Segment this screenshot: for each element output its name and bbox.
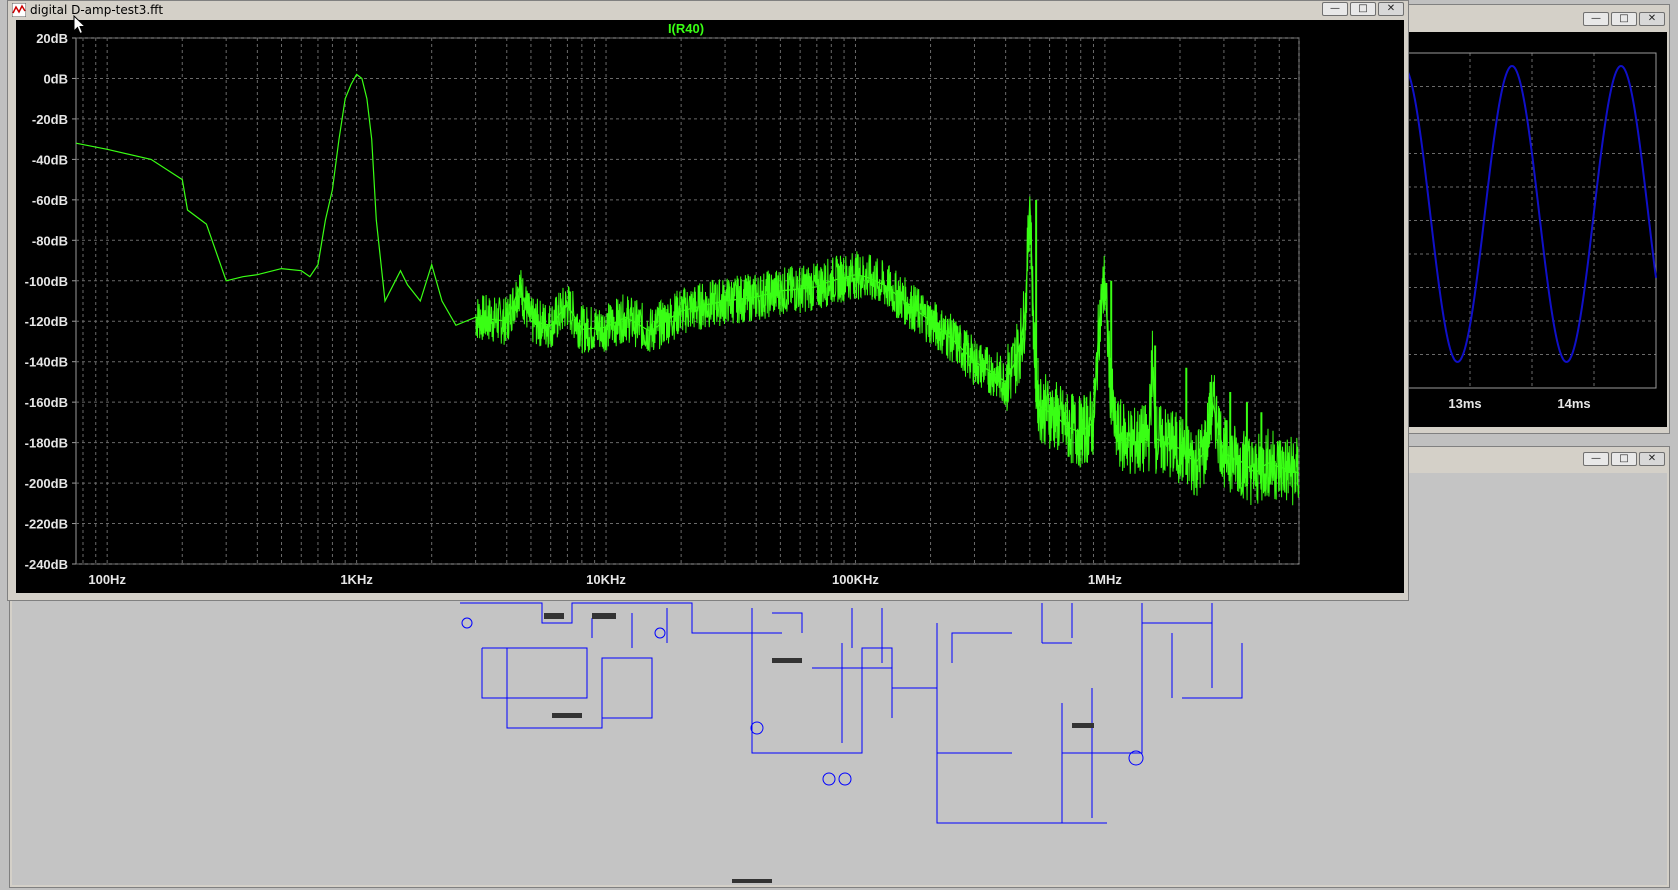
wave-x-tick-14ms: 14ms xyxy=(1557,396,1591,411)
wave-x-tick-13ms: 13ms xyxy=(1448,396,1482,411)
y-tick-label: -120dB xyxy=(25,314,68,329)
maximize-button[interactable]: □ xyxy=(1350,2,1376,16)
y-tick-label: -180dB xyxy=(25,436,68,451)
fft-noise-floor xyxy=(475,196,1300,506)
y-tick-label: -80dB xyxy=(32,233,68,248)
y-tick-label: -200dB xyxy=(25,476,68,491)
y-tick-label: -140dB xyxy=(25,355,68,370)
waveform-titlebar[interactable]: — □ ✕ xyxy=(1406,11,1669,29)
window-title: digital D-amp-test3.fft xyxy=(30,3,164,17)
waveform-grid xyxy=(1408,53,1656,388)
maximize-button[interactable]: □ xyxy=(1611,452,1637,466)
y-tick-label: 0dB xyxy=(43,71,68,86)
fft-plot: 20dB0dB-20dB-40dB-60dB-80dB-100dB-120dB-… xyxy=(25,31,1300,587)
fft-titlebar[interactable]: digital D-amp-test3.fft — □ ✕ xyxy=(8,1,1408,19)
waveform-plot xyxy=(1407,52,1657,389)
y-tick-label: -220dB xyxy=(25,517,68,532)
fft-window: digital D-amp-test3.fft — □ ✕ I(R40) 20d… xyxy=(7,0,1409,601)
waveform-window: — □ ✕ 13ms 14ms xyxy=(1405,4,1670,434)
minimize-button[interactable]: — xyxy=(1322,2,1348,16)
y-tick-label: -240dB xyxy=(25,557,68,572)
mouse-pointer-icon xyxy=(73,15,87,35)
trace-label[interactable]: I(R40) xyxy=(16,21,1356,36)
maximize-button[interactable]: □ xyxy=(1611,12,1637,26)
minimize-button[interactable]: — xyxy=(1583,452,1609,466)
x-tick-label: 1KHz xyxy=(340,572,373,587)
y-tick-label: -40dB xyxy=(32,152,68,167)
fft-plot-area[interactable]: I(R40) 20dB 0dB -20dB -40dB -60dB -80dB -100dB… xyxy=(16,20,1404,593)
y-tick-label: -160dB xyxy=(25,395,68,410)
x-tick-label: 100Hz xyxy=(88,572,126,587)
close-button[interactable]: ✕ xyxy=(1378,2,1404,16)
y-tick-label: -100dB xyxy=(25,274,68,289)
x-tick-label: 100KHz xyxy=(832,572,879,587)
minimize-button[interactable]: — xyxy=(1583,12,1609,26)
waveform-plot-area[interactable]: 13ms 14ms xyxy=(1407,32,1667,427)
x-tick-label: 1MHz xyxy=(1088,572,1122,587)
fft-window-controls: — □ ✕ xyxy=(1322,2,1404,16)
waveform-app-icon xyxy=(12,3,26,17)
close-button[interactable]: ✕ xyxy=(1639,12,1665,26)
x-tick-label: 10KHz xyxy=(586,572,626,587)
schematic-window-controls: — □ ✕ xyxy=(1583,452,1665,466)
close-button[interactable]: ✕ xyxy=(1639,452,1665,466)
y-tick-label: -20dB xyxy=(32,112,68,127)
y-tick-label: -60dB xyxy=(32,193,68,208)
waveform-window-controls: — □ ✕ xyxy=(1583,12,1665,26)
